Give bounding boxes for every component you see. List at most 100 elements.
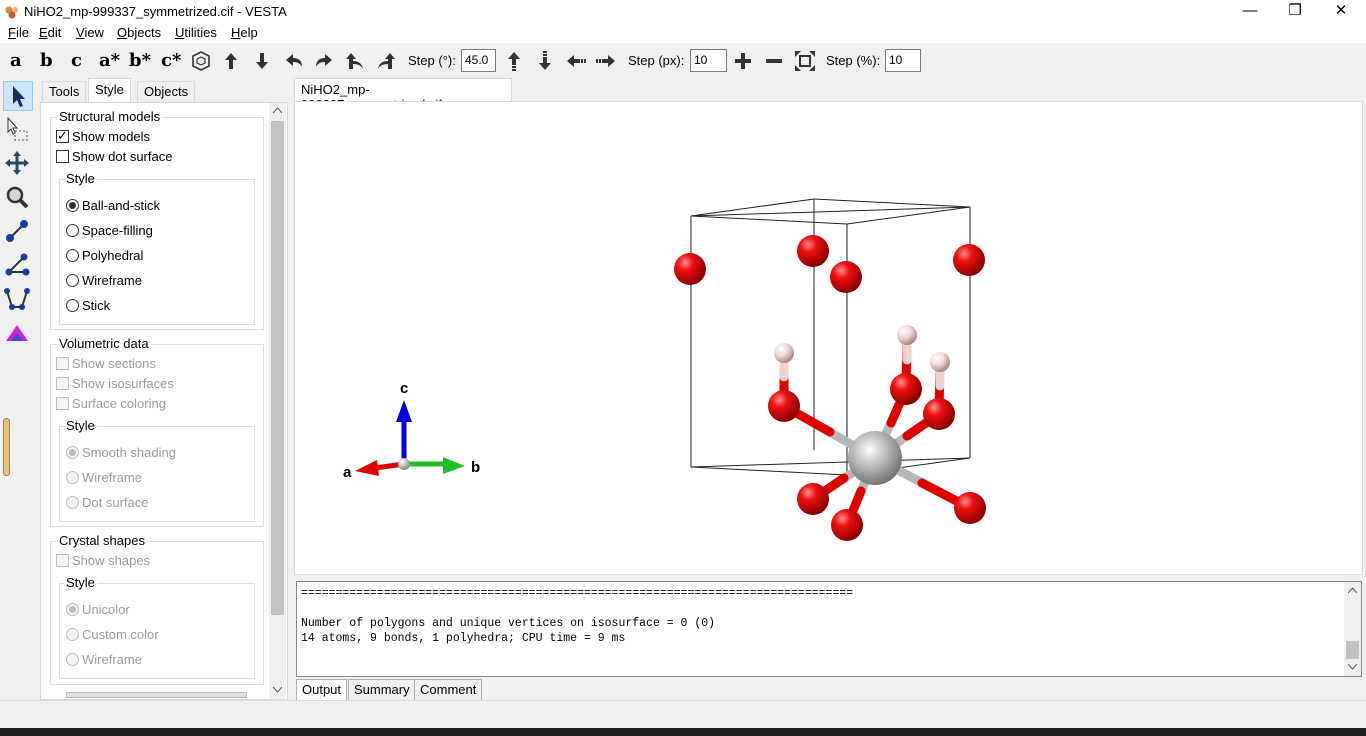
tab-objects[interactable]: Objects [137, 81, 196, 103]
angle-tool-button[interactable] [3, 251, 33, 281]
oxygen-atom[interactable] [830, 261, 862, 293]
output-scrollbar[interactable] [1344, 582, 1361, 676]
minimize-button[interactable]: — [1227, 0, 1273, 24]
structural-style-group: Style Ball-and-stick Space-filling Polyh… [59, 171, 255, 325]
view-along-b-button[interactable]: b [40, 50, 53, 71]
menu-view[interactable]: View [76, 25, 104, 40]
surface-coloring-checkbox[interactable]: Surface coloring [56, 396, 166, 411]
oxygen-atom[interactable] [674, 253, 706, 285]
translate-up-icon[interactable] [503, 50, 525, 72]
maximize-button[interactable]: ❐ [1272, 0, 1318, 24]
panel-splitter-handle[interactable] [3, 418, 10, 476]
nickel-atom[interactable] [848, 431, 902, 485]
output-line-2: 14 atoms, 9 bonds, 1 polyhedra; CPU time… [301, 632, 626, 645]
step-px-input[interactable]: 10 [690, 49, 727, 72]
radio-label: Dot surface [82, 495, 149, 510]
radio-smooth-shading[interactable]: Smooth shading [66, 445, 176, 460]
rotate-ccw-icon[interactable] [344, 50, 366, 72]
radio-crystal-wireframe[interactable]: Wireframe [66, 652, 142, 667]
menu-file[interactable]: File [8, 25, 29, 40]
tab-tools[interactable]: Tools [42, 81, 87, 103]
view-along-b-star-button[interactable]: b* [129, 50, 151, 71]
oxygen-atom[interactable] [923, 398, 955, 430]
translate-tool-button[interactable] [3, 149, 33, 179]
checkbox-icon [56, 357, 69, 370]
oxygen-atom[interactable] [768, 390, 800, 422]
select-region-tool-button[interactable] [3, 115, 33, 145]
show-dot-surface-checkbox[interactable]: Show dot surface [56, 149, 172, 164]
show-shapes-checkbox[interactable]: Show shapes [56, 553, 150, 568]
scroll-thumb[interactable] [1346, 641, 1359, 659]
oxygen-atom[interactable] [954, 492, 986, 524]
oxygen-atom[interactable] [890, 373, 922, 405]
menu-edit[interactable]: Edit [39, 25, 61, 40]
radio-ball-and-stick[interactable]: Ball-and-stick [66, 198, 160, 213]
rotate-cw-icon[interactable] [375, 50, 397, 72]
fit-to-screen-icon[interactable] [794, 50, 816, 72]
side-panel-scrollbar[interactable] [269, 103, 286, 699]
radio-wireframe[interactable]: Wireframe [66, 273, 142, 288]
menu-objects[interactable]: Objects [117, 25, 161, 40]
hydrogen-atom[interactable] [774, 343, 794, 363]
radio-unicolor[interactable]: Unicolor [66, 602, 130, 617]
view-along-a-star-button[interactable]: a* [99, 50, 120, 71]
translate-left-icon[interactable] [565, 50, 587, 72]
translate-down-icon[interactable] [534, 50, 556, 72]
tab-comment[interactable]: Comment [414, 679, 483, 701]
menu-help[interactable]: Help [231, 25, 258, 40]
rotate-left-icon[interactable] [283, 50, 305, 72]
view-along-c-button[interactable]: c [71, 50, 82, 71]
volumetric-style-group: Style Smooth shading Wireframe Dot surfa… [59, 418, 255, 522]
radio-icon [66, 249, 79, 262]
oxygen-atom[interactable] [797, 235, 829, 267]
radio-dot-surface[interactable]: Dot surface [66, 495, 148, 510]
structure-viewport[interactable]: c b a [294, 101, 1363, 575]
zoom-in-icon[interactable] [732, 50, 754, 72]
c-axis-arrowhead [396, 400, 412, 422]
standard-orientation-icon[interactable] [190, 50, 212, 72]
oxygen-atom[interactable] [953, 244, 985, 276]
zoom-out-icon[interactable] [763, 50, 785, 72]
radio-polyhedral[interactable]: Polyhedral [66, 248, 143, 263]
close-button[interactable]: ✕ [1318, 0, 1364, 24]
lattice-plane-tool-button[interactable] [3, 319, 33, 349]
magnify-tool-button[interactable] [3, 183, 33, 213]
radio-space-filling[interactable]: Space-filling [66, 223, 153, 238]
show-sections-checkbox[interactable]: Show sections [56, 356, 156, 371]
oxygen-atom[interactable] [831, 509, 863, 541]
scroll-down-icon[interactable] [273, 687, 282, 693]
hydrogen-atom[interactable] [930, 352, 950, 372]
tab-style[interactable]: Style [88, 78, 131, 103]
scroll-thumb[interactable] [271, 121, 284, 615]
menu-utilities[interactable]: Utilities [175, 25, 217, 40]
show-models-checkbox[interactable]: Show models [56, 128, 150, 144]
scroll-up-icon[interactable] [273, 107, 282, 113]
distance-tool-button[interactable] [3, 217, 33, 247]
show-shapes-label: Show shapes [72, 553, 151, 568]
output-log[interactable]: ========================================… [296, 581, 1362, 677]
radio-volumetric-wireframe[interactable]: Wireframe [66, 470, 142, 485]
scroll-down-icon[interactable] [1348, 664, 1357, 670]
magnifier-icon [6, 186, 29, 209]
step-pct-input[interactable]: 10 [885, 49, 921, 72]
oxygen-atom[interactable] [797, 483, 829, 515]
rotate-up-icon[interactable] [220, 50, 242, 72]
hydrogen-atom[interactable] [897, 325, 917, 345]
rotate-right-icon[interactable] [313, 50, 335, 72]
translate-right-icon[interactable] [595, 50, 617, 72]
crystal-structure-canvas[interactable]: c b a [295, 102, 1362, 574]
structure-view-tab[interactable]: NiHO2_mp-999337_symmetrized.cif [294, 78, 512, 112]
view-along-a-button[interactable]: a [10, 50, 22, 71]
select-tool-button[interactable] [3, 81, 33, 111]
radio-label: Smooth shading [82, 445, 176, 460]
step-deg-input[interactable]: 45.0 [461, 49, 496, 72]
tab-summary[interactable]: Summary [348, 679, 416, 701]
toolbar: a b c a* b* c* Step (°): 45.0 Step (px):… [0, 44, 1366, 78]
show-isosurfaces-checkbox[interactable]: Show isosurfaces [56, 376, 174, 391]
radio-stick[interactable]: Stick [66, 298, 110, 313]
rotate-down-icon[interactable] [251, 50, 273, 72]
scroll-up-icon[interactable] [1348, 587, 1357, 593]
dihedral-tool-button[interactable] [3, 285, 33, 315]
radio-custom-color[interactable]: Custom color [66, 627, 159, 642]
view-along-c-star-button[interactable]: c* [161, 50, 181, 71]
